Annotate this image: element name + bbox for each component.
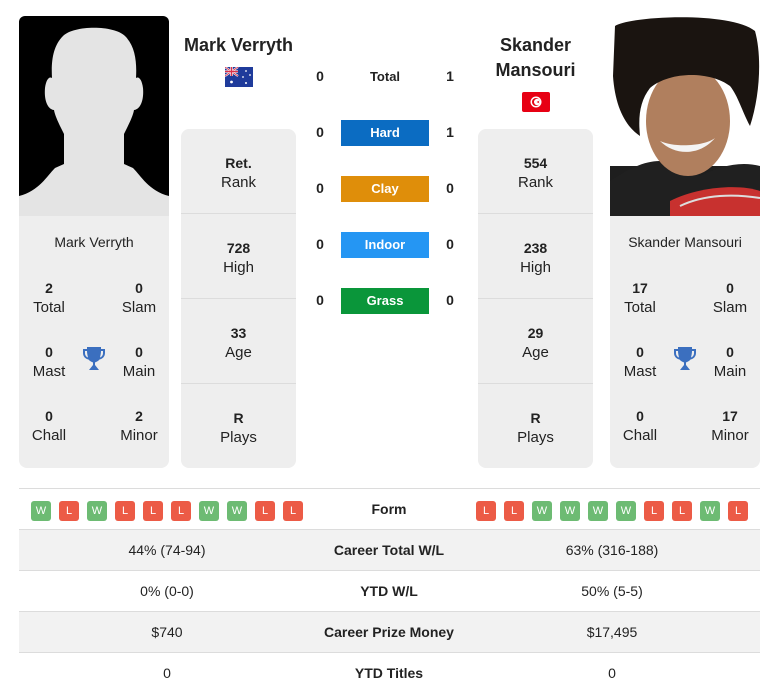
player1-slam-titles: 0 Slam	[121, 280, 157, 316]
player1-form-badge-loss[interactable]: L	[171, 501, 191, 521]
table-row-ytd-wl: 0% (0-0) YTD W/L 50% (5-5)	[19, 571, 760, 612]
player1-form-badge-win[interactable]: W	[199, 501, 219, 521]
player2-form-badge-win[interactable]: W	[700, 501, 720, 521]
player2-rank-column: 554 Rank 238 High 29 Age R Plays	[478, 129, 593, 468]
h2h-row-hard: 0 Hard 1	[300, 120, 480, 148]
player2-card-name: Skander Mansouri	[628, 234, 742, 250]
player2-total-titles: 17 Total	[624, 280, 656, 316]
player1-mast-titles: 0 Mast	[32, 344, 66, 380]
silhouette-icon	[19, 27, 169, 216]
player2-titles-card: Skander Mansouri 17 Total 0 Slam 0 Mast …	[610, 216, 760, 468]
player1-rank-column: Ret. Rank 728 High 33 Age R Plays	[181, 129, 296, 468]
h2h-total-label: Total	[369, 69, 401, 84]
player1-minor-titles: 2 Minor	[120, 408, 158, 444]
player1-plays: R Plays	[220, 410, 257, 446]
tunisia-flag-icon	[522, 92, 550, 112]
surface-hard-badge[interactable]: Hard	[341, 120, 429, 146]
australia-flag-icon	[225, 67, 253, 87]
player1-form-badge-win[interactable]: W	[227, 501, 247, 521]
surface-clay-badge[interactable]: Clay	[341, 176, 429, 202]
h2h-row-total: 0 Total 1	[300, 64, 480, 92]
player1-high: 728 High	[181, 214, 296, 299]
player1-age: 33 Age	[181, 299, 296, 384]
table-row-prize-money: $740 Career Prize Money $17,495	[19, 612, 760, 653]
player2-form-badge-loss[interactable]: L	[476, 501, 496, 521]
player2-form-badge-loss[interactable]: L	[644, 501, 664, 521]
surface-grass-badge[interactable]: Grass	[341, 288, 429, 314]
player2-form-badge-win[interactable]: W	[532, 501, 552, 521]
player1-form-badge-loss[interactable]: L	[283, 501, 303, 521]
form-label: Form	[371, 501, 407, 517]
player1-form-badge-win[interactable]: W	[87, 501, 107, 521]
trophy-icon	[83, 347, 105, 370]
table-row-career-wl: 44% (74-94) Career Total W/L 63% (316-18…	[19, 530, 760, 571]
trophy-icon	[674, 347, 696, 370]
player1-total-titles: 2 Total	[33, 280, 65, 316]
player2-mast-titles: 0 Mast	[623, 344, 657, 380]
table-row-ytd-titles: 0 YTD Titles 0	[163, 665, 616, 681]
player2-plays: R Plays	[517, 410, 554, 446]
player2-form-badge-loss[interactable]: L	[504, 501, 524, 521]
player1-form-badge-loss[interactable]: L	[143, 501, 163, 521]
player2-form-badge-win[interactable]: W	[588, 501, 608, 521]
player2-form-badge-win[interactable]: W	[560, 501, 580, 521]
player2-form-badge-win[interactable]: W	[616, 501, 636, 521]
player2-slam-titles: 0 Slam	[712, 280, 748, 316]
player2-form-badge-loss[interactable]: L	[728, 501, 748, 521]
player1-form-badge-loss[interactable]: L	[115, 501, 135, 521]
player1-name-link[interactable]: Mark Verryth	[176, 33, 301, 58]
player2-main-titles: 0 Main	[713, 344, 747, 380]
h2h-row-grass: 0 Grass 0	[300, 288, 480, 316]
h2h-row-clay: 0 Clay 0	[300, 176, 480, 204]
player2-chall-titles: 0 Chall	[622, 408, 658, 444]
player1-titles-card: Mark Verryth 2 Total 0 Slam 0 Mast 0 Mai…	[19, 216, 169, 468]
player1-chall-titles: 0 Chall	[31, 408, 67, 444]
player2-form-badge-loss[interactable]: L	[672, 501, 692, 521]
player2-age: 29 Age	[478, 299, 593, 384]
player2-name-link[interactable]: Skander Mansouri	[478, 33, 593, 83]
player2-minor-titles: 17 Minor	[711, 408, 749, 444]
player1-form-badge-loss[interactable]: L	[255, 501, 275, 521]
player2-rank: 554 Rank	[478, 129, 593, 214]
player1-photo	[19, 16, 169, 216]
player1-card-name: Mark Verryth	[54, 234, 134, 250]
surface-indoor-badge[interactable]: Indoor	[341, 232, 429, 258]
player-photo-image	[610, 17, 760, 216]
form-row: WLWLLLWWLL Form LLWWWWLLWL	[19, 489, 760, 529]
player1-rank: Ret. Rank	[181, 129, 296, 214]
player1-form-badge-win[interactable]: W	[31, 501, 51, 521]
player2-photo	[610, 16, 760, 216]
h2h-row-indoor: 0 Indoor 0	[300, 232, 480, 260]
player1-main-titles: 0 Main	[122, 344, 156, 380]
player1-form-badge-loss[interactable]: L	[59, 501, 79, 521]
player2-high: 238 High	[478, 214, 593, 299]
